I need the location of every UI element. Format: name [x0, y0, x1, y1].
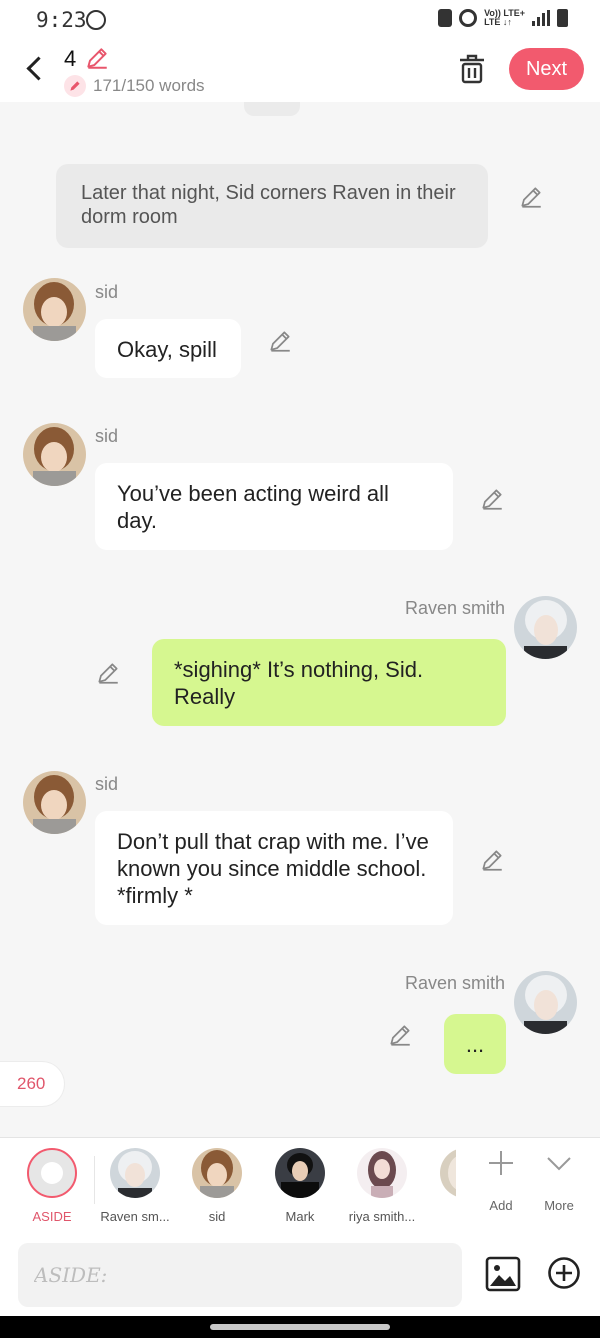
system-nav-bar	[0, 1316, 600, 1338]
character-bar: ASIDE Raven sm... sid Mark riya smith...…	[0, 1137, 600, 1232]
aside-input[interactable]	[18, 1243, 462, 1307]
header: 4 171/150 words Next	[0, 40, 600, 102]
notification-icon	[438, 9, 453, 27]
image-icon[interactable]	[485, 1256, 521, 1292]
edit-message-icon[interactable]	[267, 328, 293, 354]
more-label: More	[544, 1198, 574, 1213]
add-character-button[interactable]: Add	[476, 1148, 526, 1213]
next-button[interactable]: Next	[509, 48, 584, 90]
aside-icon	[27, 1148, 77, 1198]
add-label: Add	[489, 1198, 513, 1213]
character-avatar	[440, 1148, 456, 1198]
character-label: riya smith...	[348, 1209, 416, 1224]
character-sid[interactable]: sid	[177, 1148, 257, 1224]
avatar-sid[interactable]	[23, 423, 86, 486]
character-label: Raven sm...	[100, 1209, 170, 1224]
trash-icon[interactable]	[456, 52, 488, 86]
character-mark[interactable]: Mark	[260, 1148, 340, 1224]
character-avatar	[110, 1148, 160, 1198]
edit-message-icon[interactable]	[518, 184, 544, 210]
edit-message-icon[interactable]	[479, 486, 505, 512]
message-counter[interactable]: 260	[0, 1062, 64, 1106]
character-label: sid	[208, 1209, 226, 1224]
status-icons: Vo)) LTE+ LTE ↓↑	[438, 9, 568, 27]
alarm-icon	[459, 9, 478, 27]
speaker-name: sid	[95, 426, 119, 446]
chevron-down-icon	[547, 1157, 571, 1171]
message-bubble[interactable]: Don’t pull that crap with me. I’ve known…	[95, 811, 453, 925]
volte-indicator: Vo)) LTE+ LTE ↓↑	[484, 8, 525, 27]
chat-area[interactable]: Later that night, Sid corners Raven in t…	[0, 102, 600, 1137]
narration-message[interactable]: Later that night, Sid corners Raven in t…	[56, 164, 488, 248]
speaker-name: sid	[95, 282, 119, 302]
home-handle[interactable]	[210, 1324, 390, 1330]
part-number: 4	[64, 46, 77, 71]
message-bubble[interactable]: You’ve been acting weird all day.	[95, 463, 453, 550]
character-label: ASIDE	[32, 1209, 72, 1224]
word-count: 171/150 words	[64, 75, 205, 97]
more-button[interactable]: More	[534, 1148, 584, 1213]
message-bubble[interactable]: ...	[444, 1014, 506, 1074]
character-partial[interactable]	[422, 1148, 456, 1198]
edit-message-icon[interactable]	[387, 1022, 413, 1048]
pull-tab[interactable]	[244, 102, 300, 116]
avatar-sid[interactable]	[23, 278, 86, 341]
speaker-name: Raven smith	[404, 973, 505, 993]
pencil-icon	[64, 75, 86, 97]
character-riya-smith[interactable]: riya smith...	[342, 1148, 422, 1224]
character-avatar	[357, 1148, 407, 1198]
signal-icon	[532, 10, 550, 26]
word-count-label: 171/150 words	[93, 76, 205, 95]
plus-icon	[489, 1151, 513, 1175]
character-avatar	[275, 1148, 325, 1198]
edit-title-icon[interactable]	[84, 45, 110, 71]
character-avatar	[192, 1148, 242, 1198]
edit-message-icon[interactable]	[95, 660, 121, 686]
avatar-raven-smith[interactable]	[514, 971, 577, 1034]
avatar-raven-smith[interactable]	[514, 596, 577, 659]
add-circle-icon[interactable]	[547, 1256, 581, 1290]
speaker-name: sid	[95, 774, 119, 794]
edit-message-icon[interactable]	[479, 847, 505, 873]
status-time: 9:23	[36, 8, 87, 32]
whatsapp-icon	[86, 10, 106, 30]
avatar-sid[interactable]	[23, 771, 86, 834]
input-bar	[0, 1232, 600, 1316]
character-aside[interactable]: ASIDE	[12, 1148, 92, 1224]
message-bubble[interactable]: Okay, spill	[95, 319, 241, 378]
character-raven-smith[interactable]: Raven sm...	[95, 1148, 175, 1224]
speaker-name: Raven smith	[404, 598, 505, 618]
battery-icon	[557, 9, 568, 27]
character-label: Mark	[285, 1209, 315, 1224]
status-bar: 9:23 Vo)) LTE+ LTE ↓↑	[0, 0, 600, 40]
message-bubble[interactable]: *sighing* It’s nothing, Sid. Really	[152, 639, 506, 726]
back-button[interactable]	[22, 52, 46, 86]
